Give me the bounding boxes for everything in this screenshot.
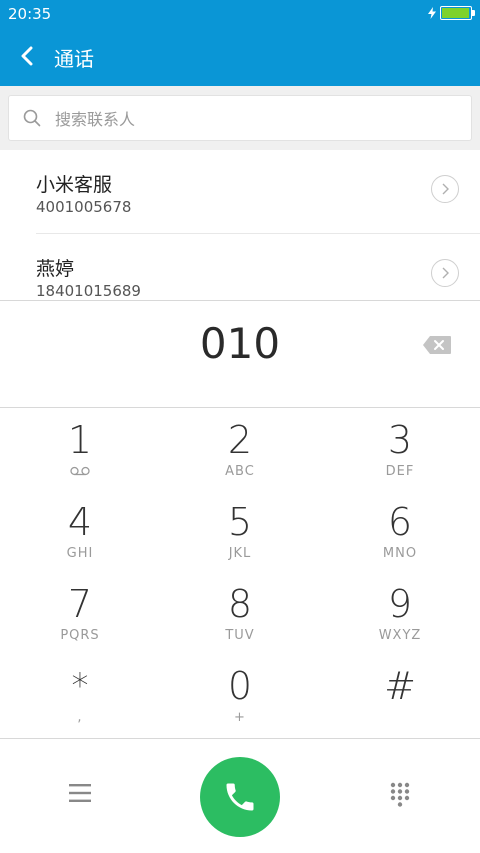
key-digit: 3	[387, 418, 413, 462]
phone-icon	[226, 783, 254, 811]
key-letters: PQRS	[60, 628, 100, 643]
menu-button[interactable]	[66, 781, 94, 805]
bottom-action-bar	[0, 738, 480, 853]
key-1[interactable]: 1	[0, 408, 160, 490]
chevron-left-icon	[21, 46, 33, 66]
backspace-button[interactable]	[422, 333, 452, 357]
contact-detail-button[interactable]	[431, 259, 459, 287]
contact-number: 18401015689	[36, 282, 141, 300]
key-letters: JKL	[228, 546, 252, 561]
status-bar: 20:35	[0, 0, 480, 28]
key-letters: GHI	[66, 546, 94, 561]
key-4[interactable]: 4 GHI	[0, 490, 160, 572]
contact-name: 燕婷	[36, 258, 75, 280]
key-letters: WXYZ	[378, 628, 422, 643]
key-letters: DEF	[385, 464, 415, 479]
call-button[interactable]	[200, 757, 280, 837]
key-digit: 8	[227, 582, 253, 626]
key-5[interactable]: 5 JKL	[160, 490, 320, 572]
chevron-right-icon	[442, 183, 449, 195]
key-digit: 7	[67, 582, 93, 626]
entered-number: 010	[199, 319, 281, 368]
key-digit: 4	[67, 500, 93, 544]
key-8[interactable]: 8 TUV	[160, 572, 320, 654]
key-9[interactable]: 9 WXYZ	[320, 572, 480, 654]
battery-icon	[440, 6, 475, 20]
key-letters: MNO	[382, 546, 418, 561]
key-digit: 9	[387, 582, 413, 626]
key-letters: ,	[77, 710, 83, 725]
key-digit: *	[71, 666, 89, 706]
key-digit: 5	[227, 500, 253, 544]
key-letters: ABC	[225, 464, 255, 479]
search-section	[0, 86, 480, 150]
key-letters: TUV	[225, 628, 255, 643]
voicemail-icon	[70, 466, 90, 476]
key-7[interactable]: 7 PQRS	[0, 572, 160, 654]
menu-icon	[69, 784, 91, 802]
key-letters: +	[234, 710, 246, 725]
contact-row[interactable]: 小米客服 4001005678	[0, 150, 480, 234]
contact-suggestions: 小米客服 4001005678 燕婷 18401015689	[0, 150, 480, 300]
key-star[interactable]: * ,	[0, 654, 160, 736]
key-digit: 1	[67, 418, 93, 462]
backspace-icon	[423, 336, 451, 354]
key-hash[interactable]: #	[320, 654, 480, 736]
back-button[interactable]	[16, 42, 38, 70]
battery-level	[442, 8, 469, 18]
charging-icon	[428, 7, 436, 19]
key-3[interactable]: 3 DEF	[320, 408, 480, 490]
contact-detail-button[interactable]	[431, 175, 459, 203]
status-icons	[428, 6, 475, 20]
page-title: 通话	[54, 47, 94, 71]
search-icon	[23, 109, 41, 127]
contact-row[interactable]: 燕婷 18401015689	[0, 234, 480, 300]
contact-name: 小米客服	[36, 174, 113, 196]
chevron-right-icon	[442, 267, 449, 279]
key-digit: #	[384, 664, 416, 708]
dialpad-toggle-button[interactable]	[386, 781, 414, 809]
keypad: 1 2 ABC 3 DEF 4 GHI 5 JKL 6 MNO 7 PQRS 8…	[0, 408, 480, 738]
number-display: 010	[0, 300, 480, 408]
key-digit: 6	[387, 500, 413, 544]
key-0[interactable]: 0 +	[160, 654, 320, 736]
key-6[interactable]: 6 MNO	[320, 490, 480, 572]
key-digit: 2	[227, 418, 253, 462]
dialpad-icon	[390, 782, 410, 807]
key-digit: 0	[227, 664, 253, 708]
search-input[interactable]	[53, 96, 457, 142]
status-time: 20:35	[8, 5, 52, 23]
search-box[interactable]	[8, 95, 472, 142]
contact-number: 4001005678	[36, 198, 132, 216]
key-2[interactable]: 2 ABC	[160, 408, 320, 490]
app-header: 通话	[0, 28, 480, 86]
